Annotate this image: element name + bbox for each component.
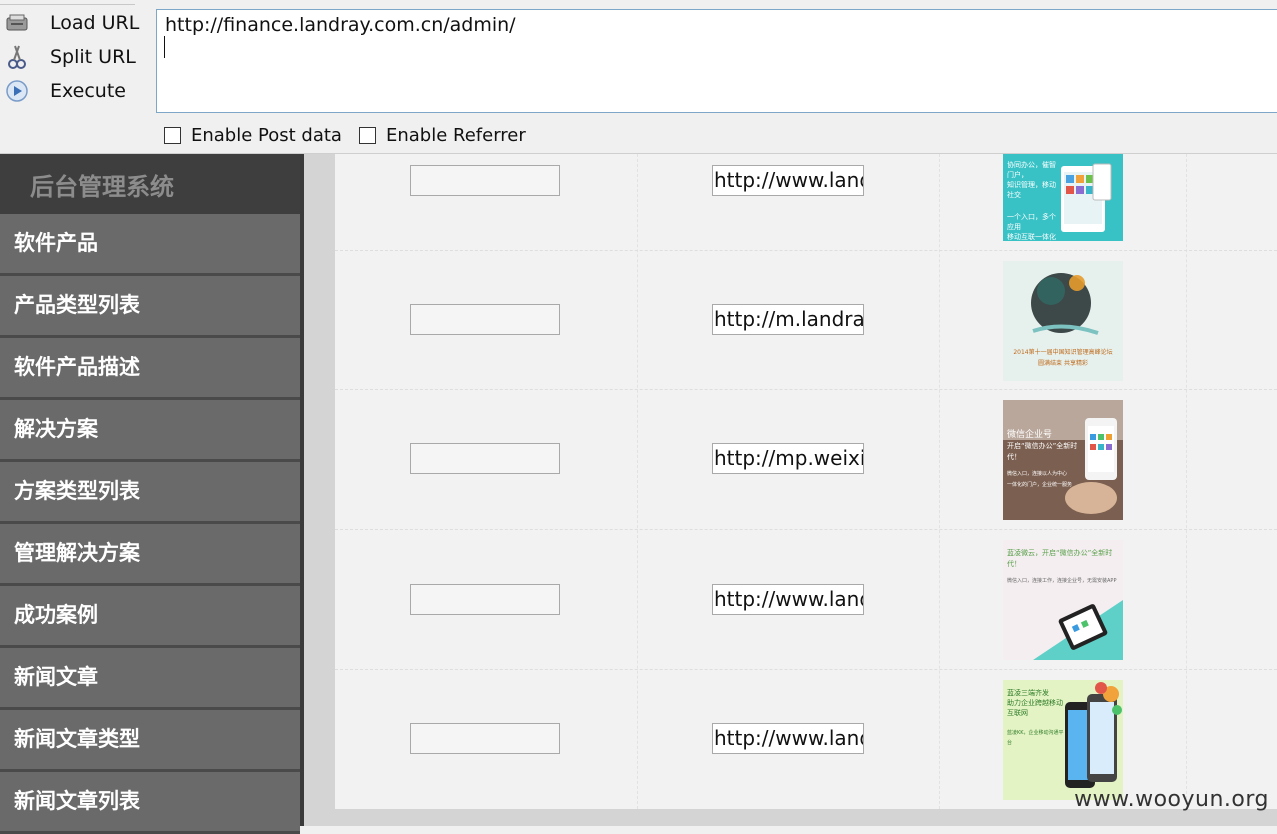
banner-text: 开启“微信办公”全新时代！ [1007, 441, 1089, 463]
link-url-input[interactable]: http://www.landray [712, 723, 864, 754]
banner-text: 协同办公，催智门户， [1007, 160, 1059, 180]
banner-thumbnail: 蓝凌三端齐发 助力企业跨越移动互联网 蓝凌KK，企业移动沟通平台 [1003, 680, 1123, 800]
split-url-icon [5, 45, 29, 69]
link-url-input[interactable]: http://m.landray.c [712, 304, 864, 335]
banner-thumbnail: 蓝凌微云，开启“微信办公”全新时代！ 微信入口，连接工作，连接企业号，无需安装A… [1003, 540, 1123, 660]
banner-text: 蓝凌微云，开启“微信办公”全新时代！ [1007, 548, 1123, 570]
banner-text: 圆满结束 共享精彩 [1003, 358, 1123, 369]
enable-post-data-option[interactable]: Enable Post data [164, 124, 342, 146]
text-caret [164, 36, 165, 58]
execute-button[interactable]: Execute [0, 76, 150, 106]
table-row: http://m.landray.c 2014第十一届中国知识管理高峰论坛 圆满… [335, 251, 1277, 390]
sidebar-item-news-article-list[interactable]: 新闻文章列表 [0, 772, 300, 834]
main-left-gutter [304, 154, 335, 826]
sort-order-input[interactable] [410, 723, 560, 754]
enable-referrer-option[interactable]: Enable Referrer [359, 124, 526, 146]
load-url-button[interactable]: Load URL [0, 8, 150, 38]
url-textarea[interactable]: http://finance.landray.com.cn/admin/ [156, 9, 1277, 113]
table-row: http://mp.weixin.q 微信企业号 开启“微信办公”全新时代！ 微… [335, 390, 1277, 530]
link-url-input[interactable]: http://mp.weixin.q [712, 443, 864, 474]
toolbar-top-border [0, 0, 135, 5]
sidebar-item-news-articles[interactable]: 新闻文章 [0, 648, 300, 710]
execute-icon [5, 79, 29, 103]
sidebar-item-manage-solutions[interactable]: 管理解决方案 [0, 524, 300, 586]
banner-text: 2014第十一届中国知识管理高峰论坛 [1003, 347, 1123, 358]
banner-thumbnail: 微信企业号 开启“微信办公”全新时代！ 微信入口，连接以人为中心 一体化的门户，… [1003, 400, 1123, 520]
enable-referrer-label: Enable Referrer [386, 125, 526, 146]
banner-text: 一体化的门户，企业统一服务 [1007, 480, 1089, 491]
sort-order-input[interactable] [410, 165, 560, 196]
banner-text: 蓝凌KK，企业移动沟通平台 [1007, 728, 1067, 748]
sidebar-item-product-type-list[interactable]: 产品类型列表 [0, 276, 300, 338]
split-url-button[interactable]: Split URL [0, 42, 150, 72]
sort-order-input[interactable] [410, 584, 560, 615]
banner-text: 知识管理，移动社交 [1007, 180, 1059, 200]
split-url-label: Split URL [50, 46, 136, 68]
hackbar-toolbar: Load URL Split URL Execute http://financ… [0, 0, 1277, 154]
banner-text: 微信入口，连接工作，连接企业号，无需安装APP [1007, 576, 1123, 587]
banner-text: 蓝凌三端齐发 [1007, 688, 1067, 698]
content-table: http://www.landray 协同办公，催智门户， 知识管理，移动社交 … [335, 154, 1277, 809]
sidebar-item-software-products[interactable]: 软件产品 [0, 214, 300, 276]
banner-text: 助力企业跨越移动互联网 [1007, 698, 1067, 718]
table-row: http://www.landray 协同办公，催智门户， 知识管理，移动社交 … [335, 154, 1277, 251]
table-row: http://www.landray 蓝凌微云，开启“微信办公”全新时代！ 微信… [335, 530, 1277, 670]
banner-thumbnail: 协同办公，催智门户， 知识管理，移动社交 一个入口，多个应用 移动互联一体化 [1003, 154, 1123, 241]
execute-label: Execute [50, 80, 126, 102]
admin-sidebar: 后台管理系统 软件产品 产品类型列表 软件产品描述 解决方案 方案类型列表 管理… [0, 154, 300, 826]
sidebar-title: 后台管理系统 [0, 154, 300, 214]
banner-text: 一个入口，多个应用 [1007, 212, 1059, 232]
banner-text: 移动互联一体化 [1007, 232, 1059, 241]
load-url-label: Load URL [50, 12, 139, 34]
link-url-input[interactable]: http://www.landray [712, 584, 864, 615]
sidebar-item-news-article-types[interactable]: 新闻文章类型 [0, 710, 300, 772]
enable-post-data-label: Enable Post data [191, 125, 342, 146]
sidebar-item-solution-type-list[interactable]: 方案类型列表 [0, 462, 300, 524]
sidebar-item-product-description[interactable]: 软件产品描述 [0, 338, 300, 400]
banner-text: 微信入口，连接以人为中心 [1007, 469, 1089, 480]
sort-order-input[interactable] [410, 443, 560, 474]
sort-order-input[interactable] [410, 304, 560, 335]
sidebar-item-success-cases[interactable]: 成功案例 [0, 586, 300, 648]
enable-referrer-checkbox[interactable] [359, 127, 376, 144]
sidebar-item-solutions[interactable]: 解决方案 [0, 400, 300, 462]
banner-thumbnail: 2014第十一届中国知识管理高峰论坛 圆满结束 共享精彩 [1003, 261, 1123, 381]
link-url-input[interactable]: http://www.landray [712, 165, 864, 196]
enable-post-data-checkbox[interactable] [164, 127, 181, 144]
watermark: www.wooyun.org [1074, 787, 1269, 812]
banner-text: 微信企业号 [1007, 430, 1089, 441]
load-url-icon [5, 11, 29, 35]
